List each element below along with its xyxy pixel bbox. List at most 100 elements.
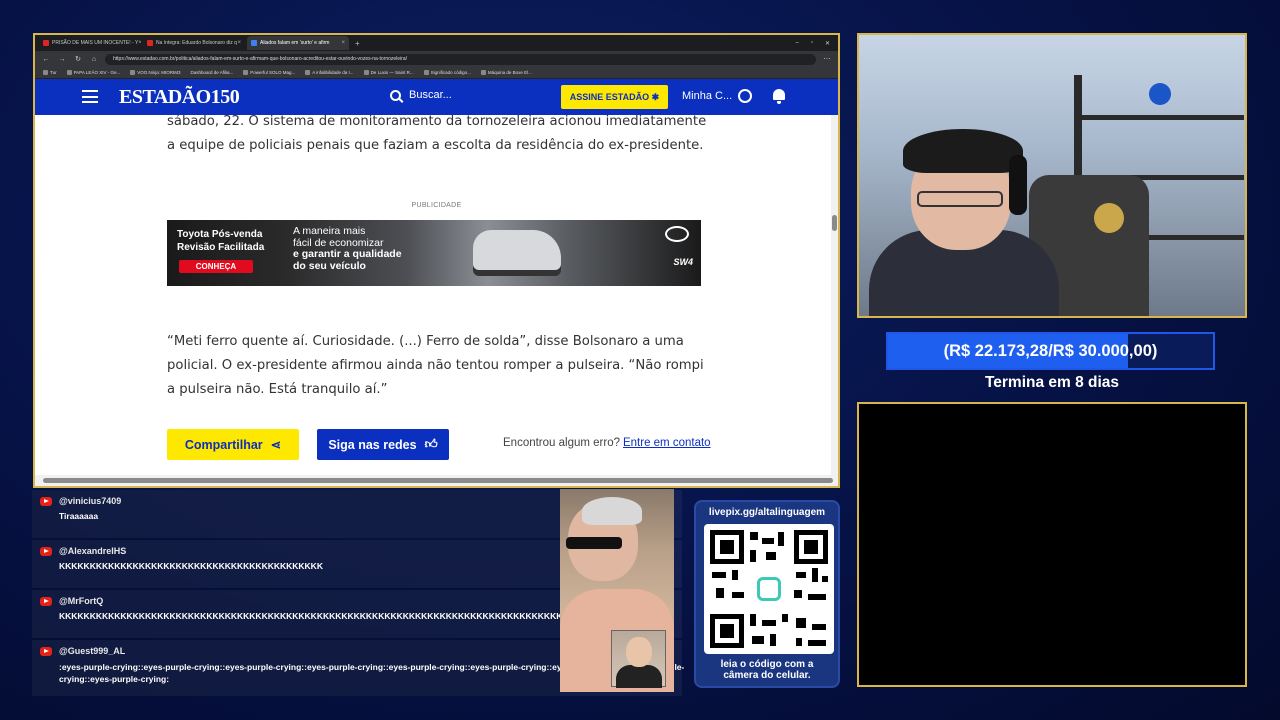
qr-finder <box>710 530 744 564</box>
chat-text: KKKKKKKKKKKKKKKKKKKKKKKKKKKKKKKKKKKKKKKK… <box>59 561 323 571</box>
reaction-video-overlay <box>560 489 674 692</box>
close-tab-icon[interactable]: × <box>237 40 241 46</box>
bookmark-item[interactable]: De Luxis — Saint R... <box>363 70 414 75</box>
follow-button[interactable]: Siga nas redes 👍︎ <box>317 429 449 460</box>
site-icon <box>480 70 486 75</box>
qr-finder <box>794 530 828 564</box>
site-logo[interactable]: ESTADÃO150 <box>119 86 240 109</box>
share-button[interactable]: Compartilhar ⋖ <box>167 429 299 460</box>
subscribe-button[interactable]: ASSINE ESTADÃO ✱ <box>561 85 668 109</box>
account-button[interactable]: Minha C... <box>682 89 753 103</box>
close-tab-icon[interactable]: × <box>341 40 345 46</box>
globe <box>1149 83 1171 105</box>
contact-link[interactable]: Entre em contato <box>623 437 711 449</box>
article-body: sábado, 22. O sistema de monitoramento d… <box>35 114 838 475</box>
search-label: Buscar... <box>409 89 452 101</box>
tab-3-label: Aliados falam em 'surto' e afirm <box>260 40 330 46</box>
maximize-icon[interactable]: ▫ <box>811 40 813 47</box>
streamer-hair <box>903 129 1023 173</box>
reload-icon[interactable]: ↻ <box>73 55 83 63</box>
bookmark-item[interactable]: A infalibilidade da I... <box>305 70 354 75</box>
tab-bar: PRISÃO DE MAIS UM INOCENTE! - Y× Na ínte… <box>35 35 838 51</box>
x-icon <box>243 70 249 75</box>
livepix-logo-icon <box>757 577 781 601</box>
close-window-icon[interactable]: ✕ <box>825 40 830 47</box>
horizontal-scrollbar[interactable] <box>35 475 838 486</box>
site-icon <box>423 70 429 75</box>
ad-heading: Toyota Pós-venda Revisão Facilitada <box>177 229 265 253</box>
livepix-caption: leia o código com a câmera do celular. <box>720 659 814 681</box>
close-tab-icon[interactable]: × <box>138 40 141 46</box>
bookmarks-bar: Tur PAPA LEÃO XIV - Ge... VOO.Ninja: MIO… <box>35 67 838 79</box>
tab-1-label: PRISÃO DE MAIS UM INOCENTE! - Y <box>52 40 139 46</box>
car-image <box>473 230 561 270</box>
qr-code <box>704 524 834 654</box>
bell-icon[interactable] <box>772 89 786 104</box>
goal-ends-text: Termina em 8 dias <box>984 374 1120 391</box>
search-button[interactable]: Buscar... <box>390 89 452 101</box>
user-icon <box>738 89 753 103</box>
bookmark-item[interactable]: Significado código... <box>423 70 471 75</box>
qr-finder <box>710 614 744 648</box>
ad-label: PUBLICIDADE <box>411 202 462 209</box>
youtube-icon <box>40 597 52 606</box>
chat-username: @MrFortQ <box>59 596 104 606</box>
chair-logo <box>1094 203 1124 233</box>
tab-1[interactable]: PRISÃO DE MAIS UM INOCENTE! - Y× <box>39 36 141 50</box>
tab-3[interactable]: Aliados falam em 'surto' e afirm × <box>247 36 349 50</box>
bookmark-item[interactable]: Máquina de Boxe El... <box>480 70 532 75</box>
browser-window: PRISÃO DE MAIS UM INOCENTE! - Y× Na ínte… <box>33 33 840 488</box>
headset <box>1009 155 1027 215</box>
article-paragraph: sábado, 22. O sistema de monitoramento d… <box>167 114 707 153</box>
streamer-webcam <box>857 33 1247 318</box>
extensions-icon[interactable]: ⋯ <box>822 55 832 63</box>
site-icon <box>130 70 136 75</box>
empty-overlay-panel <box>857 402 1247 687</box>
ad-model: SW4 <box>673 257 693 267</box>
new-tab-button[interactable]: + <box>355 39 360 48</box>
chat-username: @AlexandreIHS <box>59 546 127 556</box>
chat-text: Tiraaaaaa <box>59 511 99 521</box>
search-icon <box>390 89 401 101</box>
folder-icon <box>43 70 48 75</box>
bookmark-item[interactable]: VOO.Ninja: MIORIM3 <box>130 70 180 75</box>
estadao-icon <box>251 40 257 46</box>
streamer-glasses <box>917 191 1003 207</box>
toyota-ad-banner[interactable]: Toyota Pós-venda Revisão Facilitada CONHE… <box>167 220 701 286</box>
vertical-scrollbar[interactable] <box>831 115 838 475</box>
chat-username: @vinicius7409 <box>59 496 122 506</box>
url-input[interactable]: https://www.estadao.com.br/politica/alia… <box>105 53 816 65</box>
back-icon[interactable]: ← <box>41 56 51 63</box>
bookmark-item[interactable]: Tur <box>43 70 57 75</box>
follow-label: Siga nas redes <box>328 437 417 452</box>
person-glasses <box>566 537 622 549</box>
ad-slogan: A maneira mais fácil de economizar e garan… <box>293 225 402 272</box>
person-hair <box>582 497 642 525</box>
url-text: https://www.estadao.com.br/politica/alia… <box>113 56 408 62</box>
youtube-icon <box>66 70 72 75</box>
youtube-icon <box>147 40 153 46</box>
donation-goal-bar: (R$ 22.173,28/R$ 30.000,00) <box>886 332 1215 370</box>
bookmark-item[interactable]: PAPA LEÃO XIV - Ge... <box>66 70 120 75</box>
thumbs-up-icon: 👍︎ <box>424 437 438 451</box>
forward-icon[interactable]: → <box>57 56 67 63</box>
inset-photo <box>611 630 666 688</box>
toyota-logo <box>665 226 689 242</box>
home-icon[interactable]: ⌂ <box>89 56 99 63</box>
minimize-icon[interactable]: – <box>795 40 798 47</box>
address-bar: ← → ↻ ⌂ https://www.estadao.com.br/polit… <box>35 51 838 67</box>
ad-cta-button[interactable]: CONHEÇA <box>179 260 253 273</box>
site-icon <box>305 70 311 75</box>
error-report: Encontrou algum erro? Entre em contato <box>503 437 711 449</box>
bookmark-item[interactable]: Dashboard de Afilia... <box>190 70 233 75</box>
menu-icon[interactable] <box>82 90 98 103</box>
account-label: Minha C... <box>682 90 733 102</box>
youtube-icon <box>40 647 52 656</box>
chat-username: @Guest999_AL <box>59 646 126 656</box>
bookmark-item[interactable]: Powerful SOLO Mag... <box>243 70 295 75</box>
article-paragraph: “Meti ferro quente aí. Curiosidade. (...… <box>167 334 704 397</box>
tab-2[interactable]: Na íntegra: Eduardo Bolsonaro diz q × <box>143 36 245 50</box>
shelf-board <box>1074 115 1244 120</box>
youtube-icon <box>43 40 49 46</box>
youtube-icon <box>40 547 52 556</box>
